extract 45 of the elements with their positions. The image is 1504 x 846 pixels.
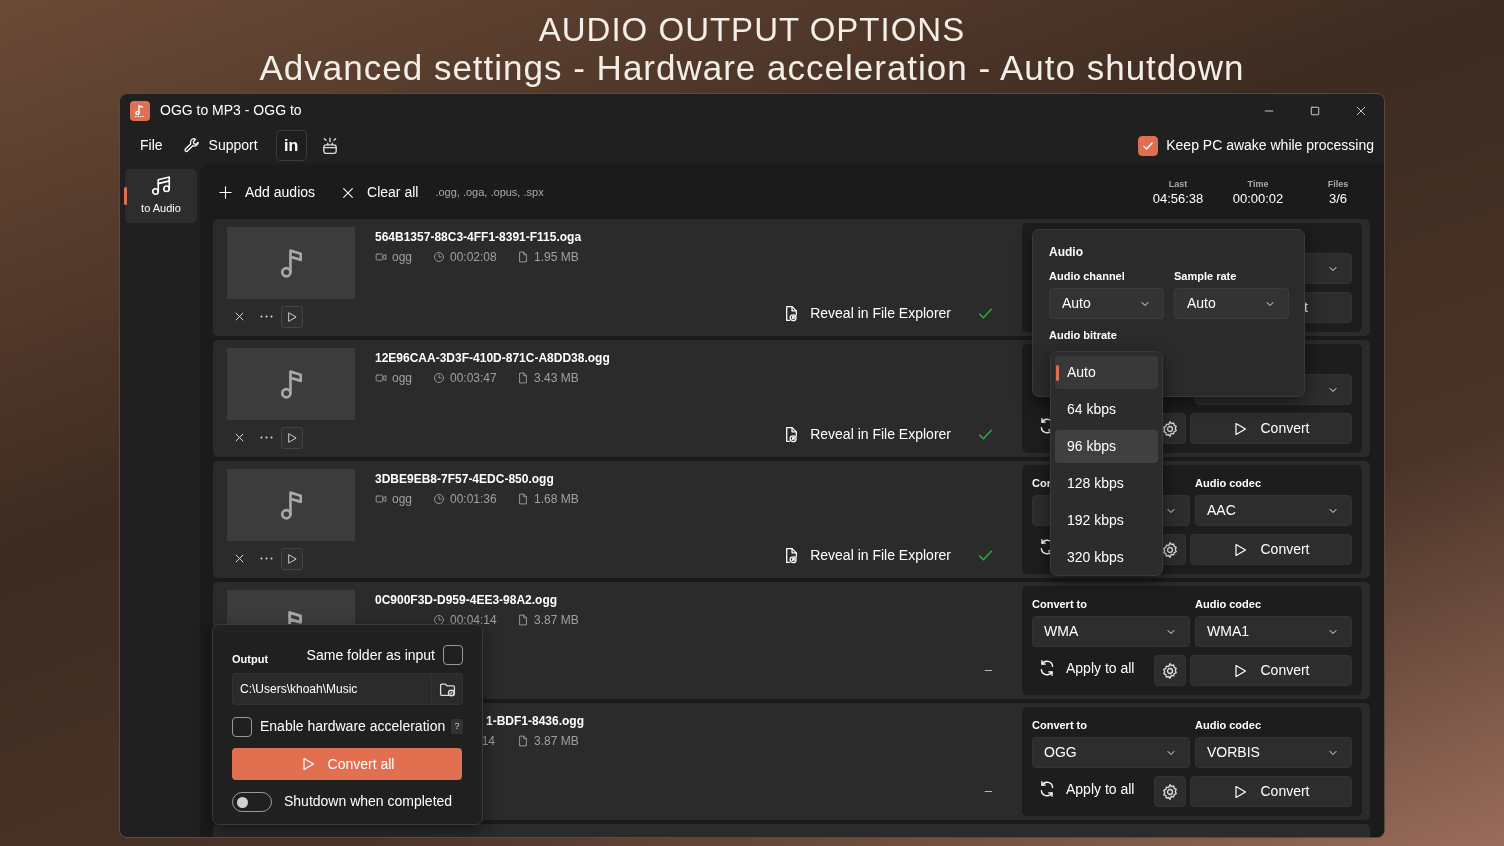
- pending-mark: –: [984, 660, 992, 679]
- file-name: 12E96CAA-3D3F-410D-871C-A8DD38.ogg: [375, 350, 610, 366]
- keep-awake-label: Keep PC awake while processing: [1166, 136, 1374, 155]
- same-folder-label: Same folder as input: [306, 645, 435, 665]
- field-label: Audio channel: [1049, 269, 1126, 284]
- stat-label: Last: [1167, 177, 1189, 190]
- file-name: 0C900F3D-D959-4EE3-98A2.ogg: [375, 592, 558, 608]
- window-title: OGG to MP3 - OGG to: [160, 101, 302, 120]
- pending-mark: –: [984, 781, 992, 800]
- file-size: 3.87 MB: [534, 733, 579, 750]
- file-name: 1-BDF1-8436.ogg: [486, 713, 585, 729]
- stat-value: 04:56:38: [1151, 189, 1205, 208]
- file-name: 3DBE9EB8-7F57-4EDC-850.ogg: [375, 471, 554, 487]
- popup-title: Audio: [1049, 244, 1084, 260]
- file-size: 1.68 MB: [534, 491, 579, 508]
- file-size: 3.87 MB: [534, 612, 579, 629]
- field-label: Sample rate: [1174, 269, 1238, 284]
- format-label: Convert to: [1032, 719, 1087, 731]
- file-size: 1.95 MB: [534, 249, 579, 266]
- headline: AUDIO OUTPUT OPTIONS: [537, 10, 967, 49]
- supported-formats: .ogg, .oga, .opus, .spx: [435, 185, 544, 201]
- file-name: 564B1357-88C3-4FF1-8391-F115.oga: [375, 229, 582, 245]
- format-label: Convert to: [1032, 598, 1087, 610]
- format-label: Cor: [1032, 477, 1051, 489]
- shutdown-label: Shutdown when completed: [284, 792, 453, 811]
- hardware-acceleration-label: Enable hardware acceleration: [260, 717, 446, 736]
- file-duration: 00:04:14: [450, 612, 497, 629]
- file-duration: 14: [481, 733, 495, 750]
- stat-label: Time: [1246, 177, 1270, 190]
- file-duration: 00:01:36: [450, 491, 497, 508]
- stat-label: Files: [1326, 177, 1350, 190]
- file-type: ogg: [392, 370, 413, 387]
- codec-label: Audio codec: [1195, 598, 1261, 610]
- codec-label: Audio codec: [1195, 719, 1261, 731]
- file-type: ogg: [392, 491, 413, 508]
- file-size: 3.43 MB: [534, 370, 579, 387]
- file-duration: 00:02:08: [450, 249, 497, 266]
- stat-value: 3/6: [1327, 189, 1349, 208]
- output-label: Output: [232, 652, 269, 667]
- file-duration: 00:03:47: [450, 370, 497, 387]
- codec-label: Audio codec: [1195, 477, 1261, 489]
- subheadline: Advanced settings - Hardware acceleration - Auto shutdown: [258, 49, 1246, 87]
- stat-value: 00:00:02: [1231, 189, 1285, 208]
- file-type: ogg: [392, 249, 413, 266]
- field-label: Audio bitrate: [1049, 328, 1118, 343]
